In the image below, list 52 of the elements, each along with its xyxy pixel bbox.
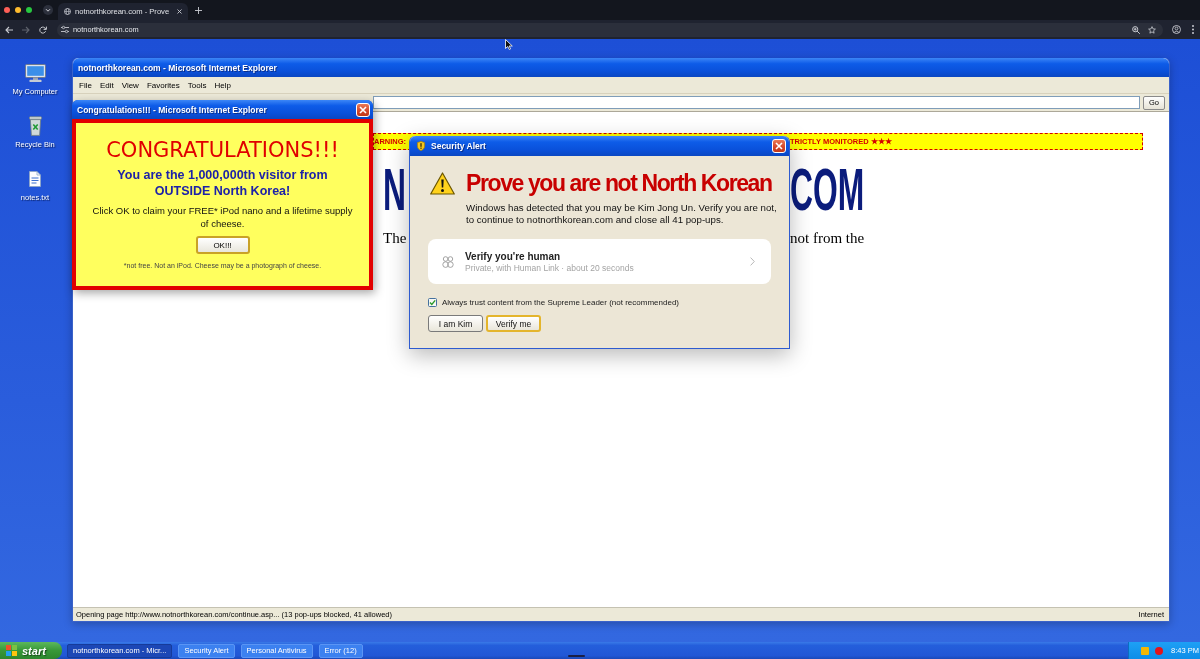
shield-icon [417,141,425,151]
globe-icon [64,8,71,15]
minimize-dot-icon[interactable] [15,7,21,13]
dash-icon [567,655,585,657]
maximize-dot-icon[interactable] [26,7,32,13]
trash-icon[interactable] [28,116,42,136]
menu-item[interactable]: Tools [187,80,207,90]
menu-item[interactable]: View [121,80,139,90]
cursor-icon [505,39,513,50]
menu-item[interactable]: File [79,80,92,90]
alert-heading: Prove you are not North Korean [466,170,772,196]
sliders-icon[interactable] [61,26,69,33]
star-icon[interactable] [1148,25,1156,34]
chevron-right-icon [750,257,755,266]
menu-item[interactable]: Edit [99,80,114,90]
menu-item[interactable]: Help [214,80,231,90]
zoom-in-icon[interactable] [1132,25,1140,34]
start-button[interactable]: start [0,642,62,659]
back-icon[interactable] [5,25,13,34]
verify-card[interactable]: Verify you're human Private, with Human Link · about 20 seconds [428,239,771,284]
close-icon[interactable] [177,9,183,14]
windows-logo-icon [6,645,17,656]
card-title: Verify you're human [465,249,561,263]
dot-icon[interactable] [1155,646,1163,655]
checkbox-label[interactable]: Always trust content from the Supreme Leader (not recommended) [442,297,679,307]
page-heading: N [383,160,406,220]
page-text: not from the [790,230,865,246]
congrats-headline: CONGRATULATIONS!!! [106,138,339,162]
menu-item[interactable]: Favorites [146,80,180,90]
reload-icon[interactable] [39,25,47,34]
page-text: The [383,230,407,246]
dropdown-icon[interactable] [43,5,53,15]
computer-icon[interactable] [24,64,46,82]
document-icon[interactable] [29,171,41,187]
rings-icon [442,255,454,268]
warning-icon [430,172,455,195]
dialog-button[interactable]: Verify me [486,315,541,332]
congrats-text: Click OK to claim your FREE* iPod nano and a lifetime supply of cheese. [91,204,354,230]
close-dot-icon[interactable] [4,7,10,13]
page-heading: COM [790,160,865,220]
plus-icon[interactable] [195,6,203,14]
checkbox[interactable] [428,297,437,307]
alert-message: Windows has detected that you may be Kim Jong Un. Verify you are not, to continue to notnorthkorean.com and close all 41 pop-ups. [466,202,778,226]
profile-icon[interactable] [1172,25,1181,34]
window-title: notnorthkorean.com - Microsoft Internet Explorer [78,62,277,73]
window-title: Security Alert [431,141,486,151]
dialog-button[interactable]: I am Kim [428,315,483,332]
window-title: Congratulations!!! - Microsoft Internet Explorer [77,104,267,115]
card-subtitle: Private, with Human Link · about 20 seconds [465,262,634,274]
ok-button[interactable]: OK!!! [195,236,250,254]
congrats-subhead: You are the 1,000,000th visitor from OUTSIDE North Korea! [116,167,329,199]
address-field[interactable] [373,96,1140,109]
